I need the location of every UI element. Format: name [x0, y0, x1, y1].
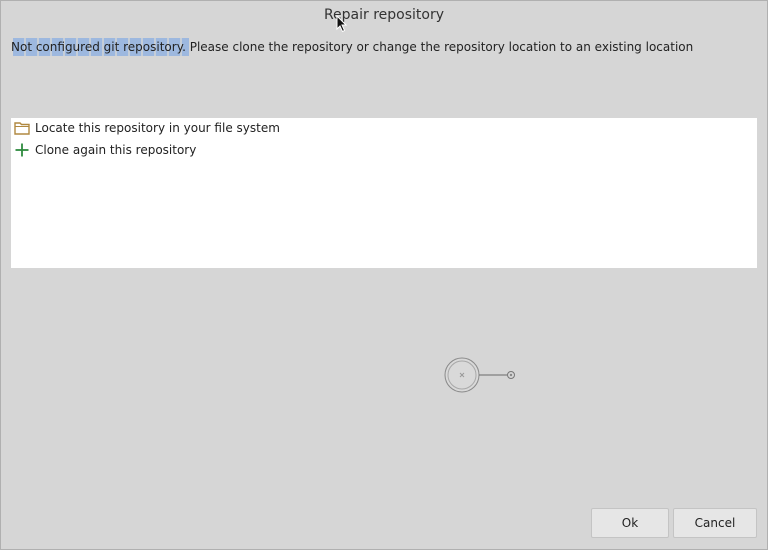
- option-locate-repository[interactable]: Locate this repository in your file syst…: [13, 118, 280, 138]
- option-clone-again[interactable]: Clone again this repository: [13, 140, 196, 160]
- halo-handle-icon[interactable]: [444, 357, 520, 393]
- plus-icon: [13, 142, 31, 158]
- option-label: Clone again this repository: [35, 143, 197, 157]
- repair-repository-dialog: Repair repository Not configured git rep…: [0, 0, 768, 550]
- mouse-cursor-icon: [336, 15, 348, 33]
- dialog-title: Repair repository: [323, 7, 445, 23]
- cancel-button[interactable]: Cancel: [673, 508, 757, 538]
- repair-options-list: Locate this repository in your file syst…: [11, 118, 757, 268]
- error-message: Not configured git repository. Please cl…: [11, 40, 694, 54]
- option-label: Locate this repository in your file syst…: [35, 121, 280, 135]
- folder-icon: [13, 120, 31, 136]
- ok-button[interactable]: Ok: [591, 508, 669, 538]
